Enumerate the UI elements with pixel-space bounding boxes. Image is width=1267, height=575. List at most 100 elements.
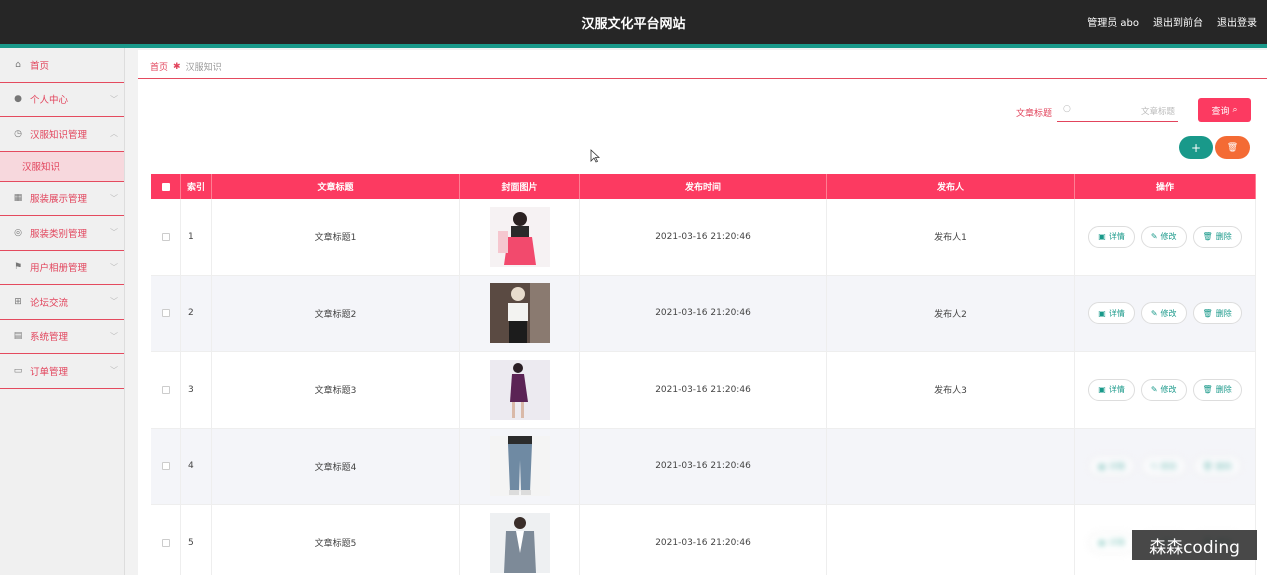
current-user-label: 管理员 abo	[1087, 18, 1139, 29]
pencil-icon: ✎	[1150, 461, 1158, 471]
sidebar-item-label: 服装展示管理	[30, 194, 88, 206]
delete-button[interactable]: 🗑删除	[1192, 455, 1242, 478]
document-icon: ▣	[1098, 308, 1106, 318]
detail-button[interactable]: ▣ 详情	[1088, 378, 1135, 401]
batch-delete-button[interactable]: 🗑	[1215, 136, 1250, 159]
delete-label: 删除	[1215, 232, 1232, 242]
star-icon: ✱	[173, 61, 181, 72]
trash-icon: 🗑	[1202, 232, 1213, 242]
column-header-publisher: 发布人	[827, 174, 1075, 199]
sidebar-item-label: 论坛交流	[30, 297, 69, 309]
edit-button[interactable]: ✎修改	[1140, 455, 1187, 478]
search-input[interactable]	[1077, 103, 1175, 119]
sidebar-item-label: 订单管理	[30, 366, 69, 378]
query-button-label: 查询	[1211, 106, 1230, 117]
actions-cell: ▣详情 ✎修改 🗑删除	[1075, 199, 1256, 275]
cover-cell	[460, 505, 580, 575]
compass-icon: ◎	[14, 227, 22, 238]
sidebar-item-clothing-display-mgmt[interactable]: ▦ 服装展示管理 ﹀	[0, 182, 124, 216]
detail-button[interactable]: ▣ 详情	[1088, 225, 1135, 248]
cover-cell	[460, 352, 580, 428]
index-cell: 2	[181, 275, 212, 351]
sidebar-item-home[interactable]: ⌂ 首页	[0, 48, 124, 83]
detail-button[interactable]: ▣ 详情	[1088, 455, 1135, 478]
publisher-cell: 发布人2	[827, 275, 1075, 351]
cover-image[interactable]	[489, 283, 550, 344]
delete-button[interactable]: 🗑删除	[1192, 378, 1242, 401]
pencil-icon: ✎	[1150, 232, 1158, 242]
sidebar-item-label: 个人中心	[30, 95, 69, 107]
delete-label: 删除	[1215, 461, 1232, 471]
chevron-down-icon: ﹀	[110, 331, 118, 341]
delete-label: 删除	[1215, 385, 1232, 395]
sidebar-item-hanfu-knowledge-mgmt[interactable]: ◷ 汉服知识管理 ︿	[0, 117, 124, 152]
sidebar-subitem-hanfu-knowledge[interactable]: 汉服知识	[0, 151, 124, 182]
edit-button[interactable]: ✎修改	[1140, 225, 1187, 248]
sidebar: ⌂ 首页 ● 个人中心 ﹀ ◷ 汉服知识管理 ︿ 汉服知识 ▦ 服装展示管理 ﹀…	[0, 48, 125, 575]
cover-image[interactable]	[489, 206, 550, 267]
row-checkbox[interactable]	[161, 538, 170, 547]
sidebar-item-label: 首页	[30, 60, 50, 72]
logout-link[interactable]: 退出登录	[1217, 14, 1257, 29]
edit-label: 修改	[1160, 461, 1177, 471]
top-header: 汉服文化平台网站 管理员 abo 退出到前台 退出登录	[0, 0, 1267, 44]
delete-button[interactable]: 🗑删除	[1192, 225, 1242, 248]
chevron-down-icon: ﹀	[110, 228, 118, 237]
header-actions: 管理员 abo 退出到前台 退出登录	[1087, 14, 1257, 29]
row-checkbox[interactable]	[161, 462, 170, 471]
search-field: ○	[1057, 99, 1178, 122]
document-icon: ▣	[1098, 461, 1106, 471]
actions-cell: ▣详情 ✎修改 🗑删除	[1075, 428, 1256, 504]
breadcrumb-home[interactable]: 首页	[150, 60, 168, 73]
cover-image[interactable]	[489, 512, 550, 573]
header-accent-bar	[0, 44, 1267, 48]
row-select-cell	[151, 352, 181, 428]
edit-button[interactable]: ✎修改	[1140, 302, 1187, 325]
detail-button[interactable]: ▣ 详情	[1088, 531, 1135, 554]
query-button[interactable]: 查询 ⌕	[1198, 98, 1251, 122]
document-icon: ▣	[1098, 232, 1106, 242]
column-header-cover: 封面图片	[460, 174, 580, 199]
row-checkbox[interactable]	[161, 385, 170, 394]
breadcrumb: 首页 ✱ 汉服知识	[150, 60, 222, 74]
detail-label: 详情	[1108, 461, 1125, 471]
index-cell: 4	[181, 428, 212, 504]
sidebar-item-personal-center[interactable]: ● 个人中心 ﹀	[0, 83, 124, 117]
chevron-up-icon: ︿	[110, 129, 118, 138]
back-to-front-link[interactable]: 退出到前台	[1153, 14, 1203, 29]
chevron-down-icon: ﹀	[110, 262, 118, 272]
sidebar-item-forum[interactable]: ⊞ 论坛交流 ﹀	[0, 285, 124, 320]
detail-button[interactable]: ▣ 详情	[1088, 302, 1135, 325]
sidebar-item-user-album-mgmt[interactable]: ⚑ 用户相册管理 ﹀	[0, 251, 124, 285]
home-icon: ⌂	[15, 59, 21, 70]
column-header-index: 索引	[181, 174, 212, 199]
chevron-down-icon: ﹀	[110, 297, 118, 306]
sidebar-item-clothing-category-mgmt[interactable]: ◎ 服装类别管理 ﹀	[0, 216, 124, 251]
sidebar-item-label: 服装类别管理	[30, 228, 88, 240]
select-all-checkbox[interactable]	[161, 182, 170, 191]
title-cell: 文章标题2	[212, 275, 460, 351]
edit-button[interactable]: ✎修改	[1140, 378, 1187, 401]
detail-label: 详情	[1108, 232, 1125, 242]
search-icon: ○	[1063, 104, 1071, 114]
flag-icon: ⚑	[13, 262, 23, 273]
title-cell: 文章标题1	[212, 199, 460, 275]
index-cell: 3	[181, 352, 212, 428]
pencil-icon: ✎	[1150, 308, 1158, 318]
row-checkbox[interactable]	[161, 232, 170, 241]
add-button[interactable]: +	[1179, 136, 1213, 159]
publisher-cell: 发布人1	[827, 199, 1075, 275]
row-select-cell	[151, 275, 181, 351]
detail-label: 详情	[1108, 308, 1125, 318]
delete-button[interactable]: 🗑删除	[1192, 302, 1242, 325]
actions-cell: ▣详情 ✎修改 🗑删除	[1075, 275, 1256, 351]
cover-image[interactable]	[489, 359, 550, 420]
table-row: 4 文章标题4 2021-03-16 21:20:46 ▣ 详情 ✎ 修改 🗑 …	[151, 428, 1256, 505]
chevron-down-icon: ﹀	[110, 366, 118, 375]
cover-image[interactable]	[489, 436, 550, 497]
actions-cell: ▣详情 ✎修改 🗑删除	[1075, 352, 1256, 428]
sidebar-item-order-mgmt[interactable]: ▭ 订单管理 ﹀	[0, 354, 124, 389]
mouse-cursor-icon	[590, 149, 600, 163]
row-checkbox[interactable]	[161, 309, 170, 318]
sidebar-item-system-mgmt[interactable]: ▤ 系统管理 ﹀	[0, 320, 124, 354]
